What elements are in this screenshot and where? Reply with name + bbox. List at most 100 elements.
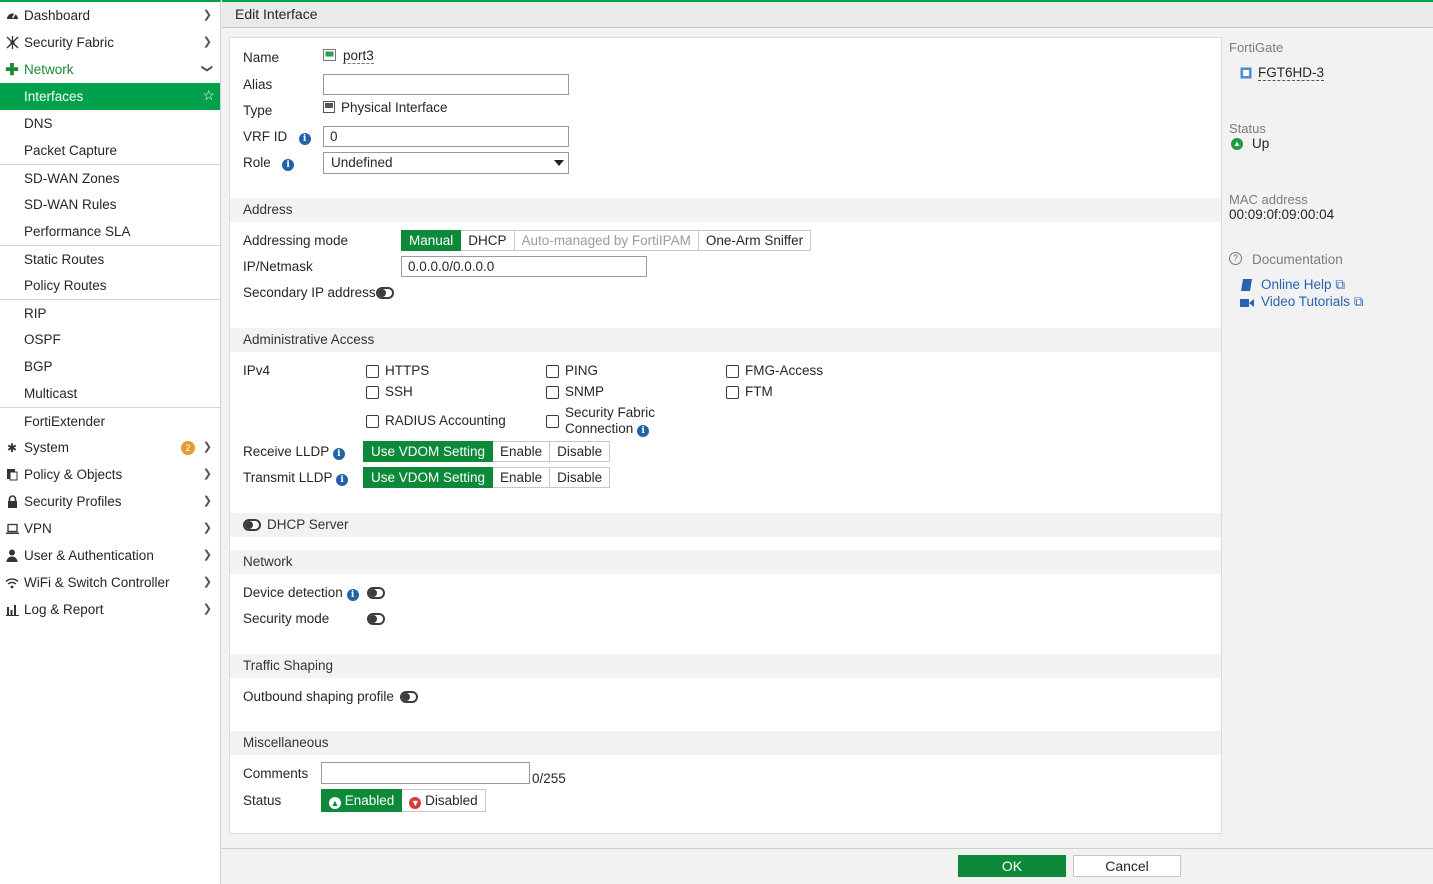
addressing-mode-group: Manual DHCP Auto-managed by FortiIPAM On… <box>401 230 812 251</box>
nav-wifi-switch[interactable]: WiFi & Switch Controller ❯ <box>0 569 220 596</box>
page-header: Edit Interface <box>222 0 1433 28</box>
ok-button[interactable]: OK <box>958 855 1066 877</box>
status-enabled-button[interactable]: ▲ Enabled <box>321 789 403 812</box>
nav-security-profiles[interactable]: Security Profiles ❯ <box>0 488 220 515</box>
video-tutorials-link[interactable]: Video Tutorials ⧉ <box>1261 294 1363 310</box>
section-admin-access: Administrative Access <box>230 328 1221 352</box>
nav-static-routes[interactable]: Static Routes <box>0 245 220 272</box>
snmp-checkbox[interactable] <box>546 386 559 399</box>
ping-label: PING <box>565 363 599 378</box>
https-checkbox[interactable] <box>366 365 379 378</box>
nav-label: Performance SLA <box>24 224 131 239</box>
outbound-shaping-toggle[interactable] <box>400 691 418 703</box>
fortigate-value[interactable]: FGT6HD-3 <box>1258 65 1325 81</box>
nav-vpn[interactable]: VPN ❯ <box>0 515 220 542</box>
bar-chart-icon <box>5 603 19 617</box>
radius-accounting-checkbox[interactable] <box>366 415 379 428</box>
security-fabric-connection-label-line2: Connection <box>565 421 634 436</box>
nav-performance-sla[interactable]: Performance SLA <box>0 218 220 245</box>
status-disabled-label: Disabled <box>425 793 478 808</box>
nav-label: Security Fabric <box>24 35 115 50</box>
fortigate-device-icon <box>1240 67 1252 79</box>
addressing-mode-dhcp[interactable]: DHCP <box>461 230 515 251</box>
role-label: Role i <box>243 155 295 171</box>
chevron-right-icon: ❯ <box>202 9 212 21</box>
fmg-access-checkbox[interactable] <box>726 365 739 378</box>
nav-sdwan-rules[interactable]: SD-WAN Rules <box>0 191 220 218</box>
video-camera-icon <box>1240 296 1254 307</box>
info-icon[interactable]: i <box>346 589 359 601</box>
star-icon[interactable]: ☆ <box>202 87 215 104</box>
nav-security-fabric[interactable]: Security Fabric ❯ <box>0 29 220 56</box>
transmit-lldp-disable[interactable]: Disable <box>550 467 611 488</box>
nav-label: Policy Routes <box>24 278 107 293</box>
ssh-checkbox[interactable] <box>366 386 379 399</box>
alias-input[interactable] <box>323 74 569 95</box>
transmit-lldp-label-text: Transmit LLDP <box>243 470 333 485</box>
role-select[interactable]: Undefined <box>323 152 569 174</box>
receive-lldp-disable[interactable]: Disable <box>550 441 611 462</box>
ip-netmask-input[interactable]: 0.0.0.0/0.0.0.0 <box>401 256 647 277</box>
nav-dns[interactable]: DNS <box>0 110 220 137</box>
info-icon[interactable]: i <box>298 133 311 145</box>
addressing-mode-fortiipam[interactable]: Auto-managed by FortiIPAM <box>514 230 699 251</box>
nav-policy-routes[interactable]: Policy Routes <box>0 272 220 299</box>
chevron-right-icon: ❯ <box>202 36 212 48</box>
info-icon[interactable]: i <box>282 159 295 171</box>
network-icon: ✚ <box>5 61 19 79</box>
secondary-ip-toggle[interactable] <box>376 287 394 299</box>
nav-bgp[interactable]: BGP <box>0 353 220 380</box>
nav-dashboard[interactable]: Dashboard ❯ <box>0 2 220 29</box>
security-fabric-connection-label: Connection i <box>565 421 650 437</box>
receive-lldp-vdom[interactable]: Use VDOM Setting <box>363 441 494 462</box>
addressing-mode-one-arm-sniffer[interactable]: One-Arm Sniffer <box>698 230 812 251</box>
vrf-id-input[interactable]: 0 <box>323 126 569 147</box>
nav-label: Interfaces <box>24 89 84 104</box>
name-value[interactable]: port3 <box>343 48 374 64</box>
nav-label: OSPF <box>24 332 61 347</box>
security-fabric-connection-checkbox[interactable] <box>546 415 559 428</box>
ping-checkbox[interactable] <box>546 365 559 378</box>
nav-network[interactable]: ✚ Network ❯ <box>0 56 220 83</box>
nav-multicast[interactable]: Multicast <box>0 380 220 407</box>
security-mode-toggle[interactable] <box>367 613 385 625</box>
info-icon[interactable]: i <box>336 474 349 486</box>
nav-log-report[interactable]: Log & Report ❯ <box>0 596 220 623</box>
receive-lldp-label-text: Receive LLDP <box>243 444 330 459</box>
cancel-button[interactable]: Cancel <box>1073 855 1181 877</box>
nav-label: BGP <box>24 359 53 374</box>
vrf-label: VRF ID i <box>243 129 311 145</box>
ftm-checkbox[interactable] <box>726 386 739 399</box>
info-icon[interactable]: i <box>637 425 650 437</box>
transmit-lldp-enable[interactable]: Enable <box>493 467 551 488</box>
nav-packet-capture[interactable]: Packet Capture <box>0 137 220 164</box>
online-help-text: Online Help <box>1261 277 1332 292</box>
nav-policy-objects[interactable]: Policy & Objects ❯ <box>0 461 220 488</box>
user-icon <box>5 549 19 563</box>
gear-icon: ✱ <box>6 440 18 455</box>
fortigate-label: FortiGate <box>1229 40 1284 55</box>
info-icon[interactable]: i <box>332 448 345 460</box>
nav-rip[interactable]: RIP <box>0 299 220 326</box>
nav-fortiextender[interactable]: FortiExtender <box>0 407 220 434</box>
comments-textarea[interactable] <box>321 762 530 784</box>
mac-label: MAC address <box>1229 192 1308 207</box>
nav-label: RIP <box>24 305 47 321</box>
transmit-lldp-vdom[interactable]: Use VDOM Setting <box>363 467 494 488</box>
addressing-mode-manual[interactable]: Manual <box>401 230 462 251</box>
status-disabled-button[interactable]: ▼ Disabled <box>402 789 486 812</box>
role-label-text: Role <box>243 155 271 170</box>
dhcp-server-toggle[interactable] <box>243 519 261 531</box>
dhcp-server-label: DHCP Server <box>267 517 349 532</box>
nav-ospf[interactable]: OSPF <box>0 326 220 353</box>
nav-sdwan-zones[interactable]: SD-WAN Zones <box>0 164 220 191</box>
device-detection-toggle[interactable] <box>367 587 385 599</box>
nav-interfaces[interactable]: Interfaces ☆ <box>0 83 220 110</box>
nav-user-auth[interactable]: User & Authentication ❯ <box>0 542 220 569</box>
nav-system[interactable]: ✱ System 2 ❯ <box>0 434 220 461</box>
online-help-link[interactable]: Online Help ⧉ <box>1261 277 1345 293</box>
nav-label: System <box>24 440 70 455</box>
receive-lldp-enable[interactable]: Enable <box>493 441 551 462</box>
nav-label: Packet Capture <box>24 143 118 158</box>
security-fabric-icon <box>5 36 19 50</box>
